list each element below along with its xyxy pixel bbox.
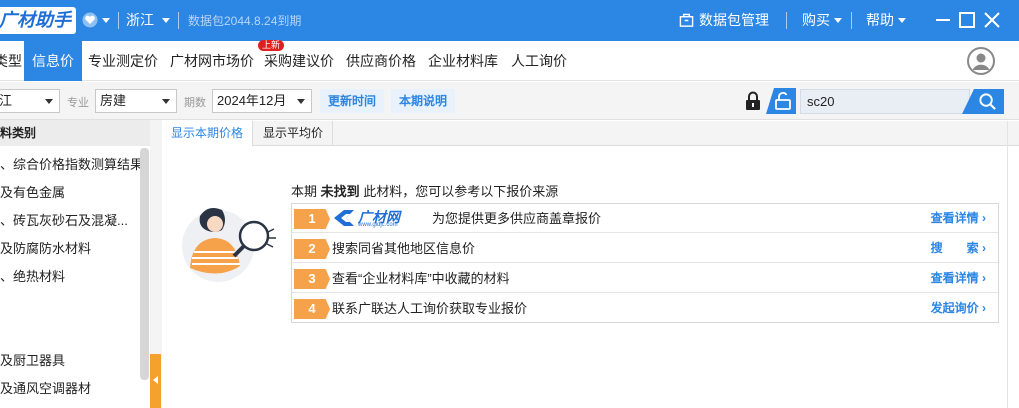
app-logo: 广材助手 — [0, 7, 76, 34]
tab-supplier-price[interactable]: 供应商价格 — [346, 41, 416, 81]
sidebar-item[interactable]: 及有色金属 — [0, 182, 65, 201]
option-text: 搜索同省其他地区信息价 — [332, 241, 476, 256]
region-select[interactable]: 江 — [0, 89, 60, 113]
separator — [118, 12, 119, 29]
help-menu[interactable]: 帮助 — [866, 12, 894, 29]
buy-menu[interactable]: 购买 — [802, 12, 830, 29]
chevron-right-icon: › — [982, 241, 986, 255]
sidebar-item[interactable]: 、砖瓦灰砂石及混凝... — [0, 210, 128, 229]
option-number: 2 — [294, 239, 330, 259]
data-package-expiry: 数据包2044.8.24到期 — [188, 14, 302, 28]
separator — [786, 12, 787, 29]
not-found-suffix: 此材料，您可以参考以下报价来源 — [363, 184, 559, 199]
user-avatar-icon[interactable] — [966, 46, 996, 76]
view-details-link[interactable]: 查看详情 › — [931, 264, 986, 293]
chevron-down-icon — [297, 99, 305, 104]
major-select-value: 房建 — [100, 93, 127, 108]
region-dropdown-icon[interactable] — [162, 18, 170, 23]
option-text: 为您提供更多供应商盖章报价 — [432, 211, 602, 226]
tab-current-price[interactable]: 显示本期价格 — [162, 121, 254, 146]
tab-enterprise-library[interactable]: 企业材料库 — [428, 41, 498, 81]
separator — [851, 12, 852, 29]
sidebar-item[interactable]: 、绝热材料 — [0, 266, 65, 285]
sidebar-item[interactable]: 及防腐防水材料 — [0, 238, 91, 257]
filter-bar: 江 专业 房建 期数 2024年12月 更新时间 本期说明 sc20 — [0, 82, 1019, 120]
unlock-button[interactable] — [766, 88, 796, 114]
tab-market-price[interactable]: 广材网市场价 — [170, 41, 254, 81]
chevron-right-icon: › — [982, 271, 986, 285]
help-dropdown-icon[interactable] — [898, 18, 906, 23]
chevron-down-icon — [162, 99, 170, 104]
view-details-label: 查看详情 — [930, 271, 979, 285]
chevron-right-icon: › — [982, 301, 986, 315]
option-row[interactable]: 1 广材网 www.gldjc.com 为您提供更多供应商盖章报价 查看详情 › — [292, 204, 998, 233]
option-text: 联系广联达人工询价获取专业报价 — [332, 301, 528, 316]
reference-options: 1 广材网 www.gldjc.com 为您提供更多供应商盖章报价 查看详情 ›… — [291, 203, 999, 323]
tab-info-price[interactable]: 信息价 — [24, 41, 82, 81]
sidebar-item[interactable]: 及通风空调器材 — [0, 378, 91, 397]
package-icon — [679, 13, 694, 27]
period-label: 期数 — [184, 97, 206, 109]
main-nav: 类型 信息价 专业测定价 广材网市场价 采购建议价 供应商价格 企业材料库 人工… — [0, 41, 1019, 81]
not-found-message: 本期 未找到 此材料，您可以参考以下报价来源 — [291, 181, 558, 200]
view-details-link[interactable]: 查看详情 › — [931, 204, 986, 233]
region-select-value: 江 — [0, 93, 13, 108]
option-row[interactable]: 2 搜索同省其他地区信息价 搜 索 › — [292, 234, 998, 263]
inquiry-link[interactable]: 发起询价 › — [931, 294, 986, 323]
separator — [178, 12, 179, 29]
chevron-left-icon — [153, 376, 158, 384]
sidebar-item[interactable]: 、综合价格指数测算结果 — [0, 154, 143, 173]
tab-professional-price[interactable]: 专业测定价 — [88, 41, 158, 81]
search-icon — [979, 93, 996, 110]
sidebar-heading: 料类别 — [0, 120, 150, 146]
not-found-bold: 未找到 — [320, 184, 360, 199]
minimize-icon[interactable] — [933, 10, 953, 30]
option-row[interactable]: 4 联系广联达人工询价获取专业报价 发起询价 › — [292, 294, 998, 323]
period-select-value: 2024年12月 — [217, 93, 287, 108]
new-badge: 上新 — [258, 40, 285, 51]
period-note-button[interactable]: 本期说明 — [391, 89, 456, 113]
sidebar-collapse-handle[interactable] — [150, 354, 161, 408]
update-time-button[interactable]: 更新时间 — [320, 89, 385, 113]
major-select[interactable]: 房建 — [95, 89, 177, 113]
category-sidebar: 料类别 、综合价格指数测算结果 及有色金属 、砖瓦灰砂石及混凝... 及防腐防水… — [0, 120, 162, 408]
search-link-label: 搜 索 — [930, 241, 979, 255]
content-tabs: 显示本期价格 显示平均价 — [162, 121, 1019, 146]
search-person-illustration — [182, 208, 276, 282]
maximize-icon[interactable] — [957, 10, 977, 30]
gcw-logo-mark — [334, 210, 354, 226]
tab-average-price[interactable]: 显示平均价 — [254, 121, 334, 146]
sidebar-item[interactable]: 及厨卫器具 — [0, 350, 65, 369]
view-details-label: 查看详情 — [930, 211, 979, 225]
search-input[interactable]: sc20 — [800, 89, 970, 114]
not-found-prefix: 本期 — [291, 184, 318, 199]
lock-icon[interactable] — [742, 90, 764, 112]
inquiry-link-label: 发起询价 — [930, 301, 979, 315]
favorite-dropdown-icon[interactable] — [102, 18, 110, 23]
major-label: 专业 — [67, 97, 89, 109]
data-package-mgmt-button[interactable]: 数据包管理 — [699, 12, 769, 29]
buy-dropdown-icon[interactable] — [834, 18, 842, 23]
title-bar: 广材助手 浙江 数据包2044.8.24到期 数据包管理 购买 帮助 — [0, 0, 1019, 41]
gcw-logo-url: www.gldjc.com — [358, 222, 398, 228]
content-divider — [1007, 121, 1008, 408]
unlock-icon — [775, 92, 791, 110]
tab-manual-inquiry[interactable]: 人工询价 — [511, 41, 567, 81]
option-number: 3 — [294, 269, 330, 289]
region-selector[interactable]: 浙江 — [126, 12, 154, 29]
sidebar-scrollbar[interactable] — [140, 148, 149, 380]
favorite-icon[interactable] — [82, 12, 98, 28]
chevron-right-icon: › — [982, 211, 986, 225]
search-link[interactable]: 搜 索 › — [931, 234, 986, 263]
option-row[interactable]: 3 查看“企业材料库”中收藏的材料 查看详情 › — [292, 264, 998, 293]
gcw-logo: 广材网 www.gldjc.com — [332, 206, 422, 230]
close-icon[interactable] — [982, 10, 1002, 30]
option-text: 查看“企业材料库”中收藏的材料 — [332, 271, 510, 286]
period-select[interactable]: 2024年12月 — [212, 89, 312, 113]
option-number: 4 — [294, 299, 330, 319]
chevron-down-icon — [45, 99, 53, 104]
option-number: 1 — [294, 209, 330, 229]
